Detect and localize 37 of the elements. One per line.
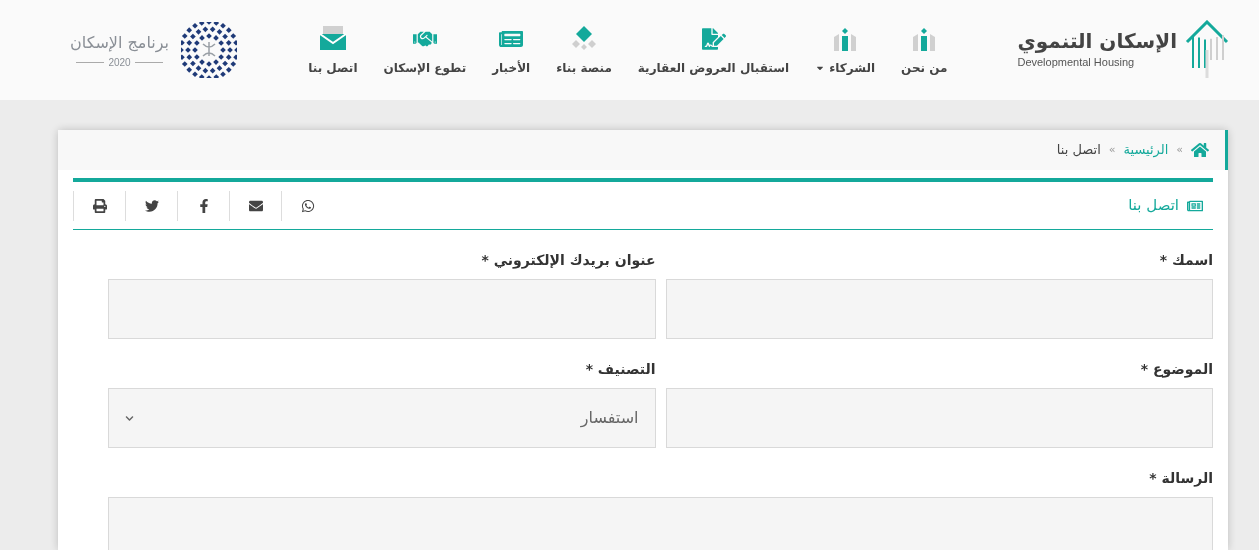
nav-item[interactable]: الأخبار — [492, 23, 531, 77]
field-label: الرسالة * — [1148, 469, 1213, 489]
program-year: 2020 — [108, 55, 131, 70]
breadcrumb-separator: » — [1108, 141, 1116, 158]
nav-item[interactable]: منصة بناء — [556, 23, 612, 77]
envelope-icon[interactable] — [248, 198, 263, 213]
chevron-down-icon — [125, 413, 134, 423]
nav-item[interactable]: اتصل بنا — [308, 23, 358, 77]
home-icon[interactable] — [1191, 141, 1209, 159]
field-label: عنوان بريدك الإلكتروني * — [480, 251, 656, 271]
logo-subtitle: Developmental Housing — [1017, 55, 1136, 71]
print-icon[interactable] — [92, 198, 107, 213]
whatsapp-icon[interactable] — [300, 198, 315, 213]
emblem-icon — [181, 22, 238, 78]
breadcrumb-separator: » — [1176, 141, 1183, 158]
program-title: برنامج الإسكان — [70, 31, 170, 55]
logo-icon — [1185, 20, 1229, 80]
text-field[interactable] — [108, 279, 656, 339]
logo-title: الإسكان التنموي — [1017, 29, 1177, 55]
envelope-icon — [318, 25, 347, 51]
diamond-icon — [571, 25, 597, 51]
text-field[interactable] — [665, 388, 1213, 448]
field-label: اسمك * — [1158, 251, 1213, 270]
nav-item[interactable]: الشركاء — [815, 23, 876, 77]
breadcrumb-current[interactable]: اتصل بنا — [1056, 140, 1101, 160]
nav-item[interactable]: تطوع الإسكان — [383, 23, 467, 77]
text-field[interactable] — [665, 279, 1213, 339]
nav-item[interactable]: استقبال العروض العقارية — [637, 23, 790, 77]
document-pen-icon — [701, 27, 726, 51]
select-field[interactable]: استفسار — [108, 388, 656, 448]
twitter-icon[interactable] — [144, 198, 159, 213]
nav-item[interactable]: من نحن — [901, 23, 948, 77]
field-label: الموضوع * — [1139, 360, 1213, 380]
section-title: اتصل بنا — [1128, 195, 1179, 217]
people-icon — [911, 25, 938, 51]
people-icon — [832, 25, 859, 51]
field-label: التصنيف * — [584, 360, 656, 379]
